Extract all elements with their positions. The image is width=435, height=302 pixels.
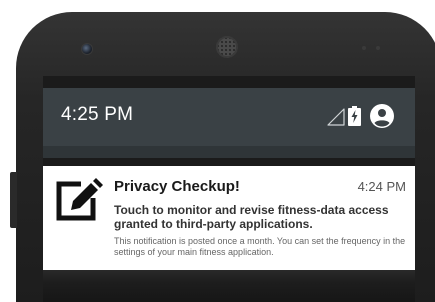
shade-divider	[43, 146, 415, 158]
phone-frame: 4:25 PM Privacy Checkup! 4:24 PM Touch t…	[16, 12, 435, 302]
earpiece-speaker	[216, 36, 238, 58]
proximity-sensor	[362, 46, 366, 50]
account-circle-icon[interactable]	[370, 104, 394, 128]
phone-screen: 4:25 PM Privacy Checkup! 4:24 PM Touch t…	[43, 76, 415, 302]
front-camera	[82, 44, 92, 54]
side-button	[10, 172, 17, 228]
notification-card[interactable]: Privacy Checkup! 4:24 PM Touch to monito…	[43, 166, 415, 270]
notification-subtext: This notification is posted once a month…	[114, 236, 406, 257]
signal-icon	[327, 108, 345, 126]
notification-time: 4:24 PM	[357, 179, 406, 194]
status-time: 4:25 PM	[61, 104, 134, 125]
notification-title: Privacy Checkup!	[114, 178, 240, 195]
screen-background	[43, 270, 415, 302]
battery-charging-icon	[348, 106, 361, 126]
light-sensor	[376, 46, 380, 50]
notification-shade-header: 4:25 PM	[43, 88, 415, 146]
edit-icon	[56, 178, 103, 221]
notification-body: Touch to monitor and revise fitness-data…	[114, 203, 389, 231]
